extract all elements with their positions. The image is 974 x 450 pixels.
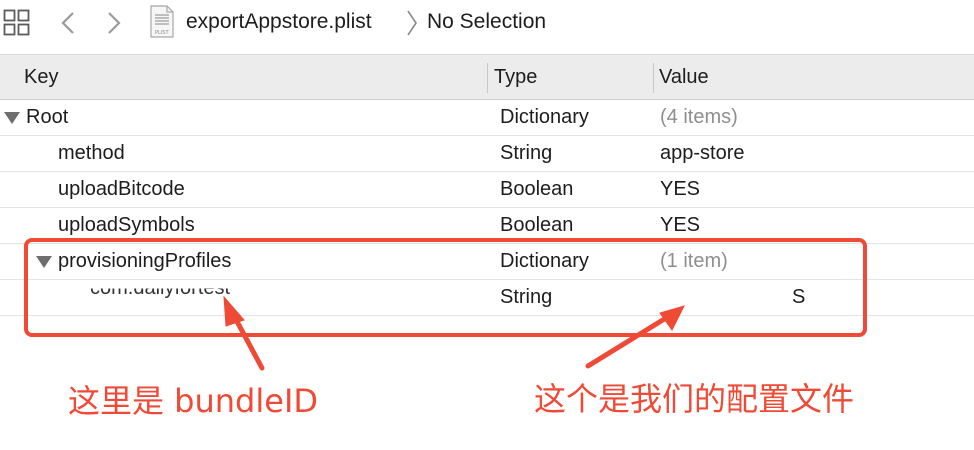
breadcrumb-selection[interactable]: No Selection	[427, 10, 546, 34]
breadcrumb-file-name[interactable]: exportAppstore.plist	[186, 10, 372, 34]
row-type[interactable]: Boolean	[500, 214, 573, 237]
row-key[interactable]: uploadSymbols	[58, 214, 195, 237]
plist-file-icon[interactable]: PLIST	[149, 5, 175, 38]
row-value[interactable]: app-store	[660, 142, 745, 165]
row-value[interactable]: YES	[660, 214, 700, 237]
plist-editor-window: PLIST exportAppstore.plist No Selection …	[0, 0, 974, 450]
svg-text:PLIST: PLIST	[155, 30, 169, 36]
row-type[interactable]: Boolean	[500, 178, 573, 201]
annotation-bundle-id-label: 这里是 bundleID	[68, 382, 319, 420]
disclosure-triangle-icon[interactable]	[4, 111, 20, 125]
column-header-value[interactable]: Value	[659, 66, 709, 89]
annotation-highlight-box	[24, 238, 867, 337]
breadcrumb-chevron-icon	[407, 10, 417, 36]
table-row[interactable]: uploadBitcode Boolean YES	[0, 172, 974, 208]
annotation-profile-label: 这个是我们的配置文件	[534, 380, 855, 418]
row-key: Root	[26, 106, 69, 128]
row-key[interactable]: uploadBitcode	[58, 178, 185, 201]
chevron-left-icon[interactable]	[58, 11, 78, 35]
row-value[interactable]: YES	[660, 178, 700, 201]
column-divider[interactable]	[487, 63, 488, 93]
table-row[interactable]: method String app-store	[0, 136, 974, 172]
row-value: (4 items)	[660, 106, 738, 128]
jump-bar: PLIST exportAppstore.plist No Selection	[0, 0, 974, 44]
column-header-key[interactable]: Key	[24, 66, 58, 89]
related-items-grid-icon[interactable]	[3, 9, 30, 36]
table-row[interactable]: Root Dictionary (4 items)	[0, 100, 974, 136]
row-type[interactable]: String	[500, 142, 552, 165]
chevron-right-icon[interactable]	[104, 11, 124, 35]
row-key[interactable]: method	[58, 142, 125, 165]
column-header-type[interactable]: Type	[494, 66, 537, 89]
table-header: Key Type Value	[0, 54, 974, 100]
column-divider[interactable]	[653, 63, 654, 93]
row-type[interactable]: Dictionary	[500, 106, 589, 129]
